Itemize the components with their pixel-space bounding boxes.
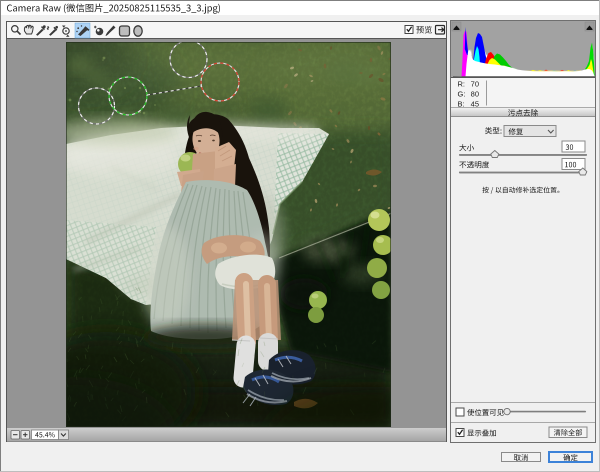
svg-text:G:: G: [458, 90, 466, 99]
svg-text:R:: R: [458, 80, 466, 89]
svg-text:80: 80 [471, 90, 479, 99]
svg-text:70: 70 [471, 80, 479, 89]
